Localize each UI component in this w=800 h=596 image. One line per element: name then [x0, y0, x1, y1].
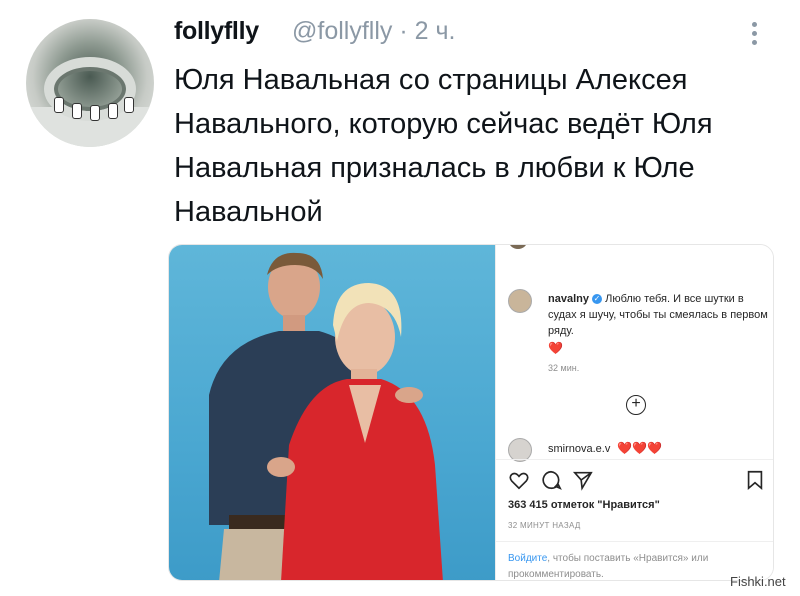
instagram-panel: navalny ✓ Люблю тебя. И все шутки в суда…	[495, 245, 773, 580]
handle-and-time[interactable]: @follyflly · 2 ч.	[292, 17, 455, 46]
avatar-figure	[108, 103, 118, 119]
couple-illustration	[209, 252, 443, 580]
verified-badge-icon: ✓	[592, 294, 603, 305]
bookmark-icon[interactable]	[744, 469, 766, 491]
likes-count[interactable]: 363 415 отметок "Нравится"	[508, 499, 660, 511]
watermark: Fishki.net	[730, 574, 786, 589]
comment: navalny ✓ Люблю тебя. И все шутки в суда…	[548, 291, 768, 339]
display-name[interactable]: follyflly	[174, 17, 259, 46]
divider	[496, 459, 773, 460]
avatar-figure	[90, 105, 100, 121]
divider	[496, 541, 773, 542]
share-icon[interactable]	[572, 469, 594, 491]
heart-icon[interactable]	[508, 469, 530, 491]
login-prompt: Войдите, чтобы поставить «Нравится» или …	[508, 551, 768, 580]
cropped-avatar	[508, 245, 528, 249]
comment-icon[interactable]	[540, 469, 562, 491]
comment-time: 32 мин.	[548, 363, 580, 373]
load-more-icon[interactable]: +	[626, 395, 646, 415]
reply-hearts: ❤️❤️❤️	[617, 441, 663, 455]
login-link[interactable]: Войдите	[508, 553, 547, 564]
action-bar	[508, 469, 768, 493]
vertical-ellipsis-icon[interactable]	[748, 22, 760, 50]
avatar-figure	[124, 97, 134, 113]
avatar-figure	[72, 103, 82, 119]
tweet-media[interactable]: navalny ✓ Люблю тебя. И все шутки в суда…	[168, 244, 774, 581]
avatar-figure	[54, 97, 64, 113]
reply: smirnova.e.v ❤️❤️❤️	[548, 441, 662, 455]
comment-heart: ❤️	[548, 341, 563, 355]
reply-username[interactable]: smirnova.e.v	[548, 443, 610, 455]
tweet-text: Юля Навальная со страницы Алексея Наваль…	[174, 64, 713, 228]
couple-photo	[169, 245, 495, 580]
posted-ago: 32 МИНУТ НАЗАД	[508, 521, 581, 530]
profile-avatar[interactable]	[26, 19, 154, 147]
commenter-avatar[interactable]	[508, 289, 532, 313]
comment-username[interactable]: navalny	[548, 293, 589, 305]
